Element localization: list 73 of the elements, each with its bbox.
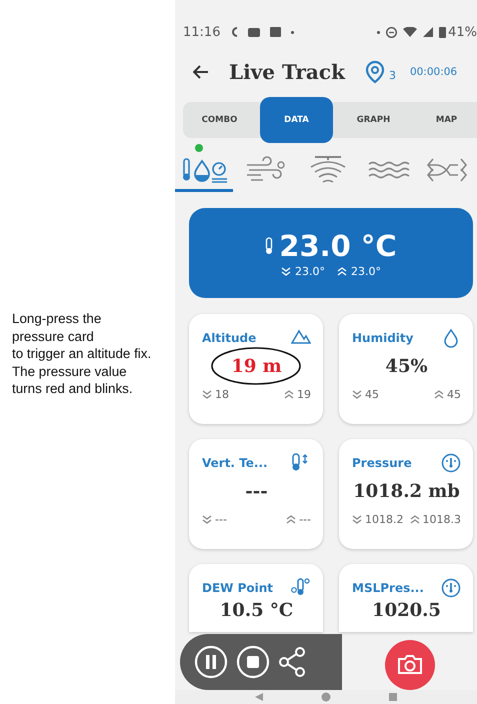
- c-notification-icon: [230, 27, 238, 37]
- gauge-icon: [441, 453, 461, 473]
- dot-icon: [377, 30, 380, 34]
- elapsed-timer: 00:00:06: [410, 66, 458, 78]
- video-notification-icon: [248, 28, 260, 36]
- sensor-card[interactable]: Altitude 19 m 18 19: [189, 314, 323, 424]
- screen-title: Live Track: [229, 60, 345, 84]
- stop-button[interactable]: [236, 645, 270, 679]
- tab[interactable]: MAP: [410, 102, 477, 138]
- max-value: 19: [297, 388, 311, 401]
- card-title: Pressure: [352, 456, 412, 470]
- pause-button[interactable]: [194, 645, 228, 679]
- sensor-card[interactable]: MSLPres... 1020.5: [339, 564, 473, 632]
- nav-recents-icon[interactable]: [388, 692, 398, 702]
- nav-home-icon[interactable]: [320, 692, 331, 702]
- chevrons-down-icon: [281, 266, 291, 276]
- tab[interactable]: GRAPH: [337, 102, 410, 138]
- cell-signal-icon: [423, 27, 434, 37]
- location-pin-icon: [364, 60, 385, 84]
- card-title: Humidity: [352, 331, 414, 345]
- back-arrow-icon[interactable]: [193, 65, 209, 79]
- max-value: 1018.3: [422, 513, 461, 526]
- battery-icon: [439, 26, 446, 38]
- chevrons-down-icon: [352, 515, 362, 524]
- card-title: DEW Point: [202, 581, 274, 595]
- chevrons-up-icon: [284, 390, 294, 399]
- max-value: 45: [447, 388, 461, 401]
- card-value: 19 m: [231, 356, 282, 376]
- status-time: 11:16: [183, 24, 220, 40]
- sensor-card[interactable]: DEW Point 10.5 °C: [189, 564, 323, 632]
- chevrons-up-icon: [286, 515, 296, 524]
- sensor-tab[interactable]: [175, 144, 233, 192]
- chevrons-down-icon: [202, 390, 212, 399]
- tab[interactable]: COMBO: [183, 102, 256, 138]
- dot-icon: [291, 30, 294, 34]
- chevrons-down-icon: [202, 515, 212, 524]
- gauge-icon: [441, 578, 461, 598]
- chevrons-down-icon: [352, 390, 362, 399]
- card-value: 45%: [385, 356, 428, 376]
- card-title: Vert. Te...: [202, 456, 268, 470]
- card-value: 1018.2 mb: [353, 480, 460, 502]
- min-value: ---: [215, 513, 227, 526]
- battery-level: 41%: [448, 24, 477, 40]
- card-value: 1020.5: [372, 600, 441, 620]
- satellite-count: 3: [388, 68, 396, 82]
- card-title: Altitude: [202, 331, 256, 345]
- card-title: MSLPres...: [352, 581, 424, 595]
- chevrons-up-icon: [337, 266, 347, 276]
- nav-back-icon[interactable]: [254, 692, 264, 702]
- max-value: ---: [299, 513, 311, 526]
- chevrons-up-icon: [410, 515, 420, 524]
- chevrons-up-icon: [434, 390, 444, 399]
- min-value: 23.0°: [295, 264, 325, 278]
- annotation-text: Long-press the pressure card to trigger an altitude fix. The pressure value turns red and blinks.: [12, 310, 152, 398]
- min-value: 45: [365, 388, 379, 401]
- do-not-disturb-icon: [386, 26, 398, 38]
- sensor-card[interactable]: Pressure 1018.2 mb 1018.2 1018.3: [339, 439, 473, 549]
- card-value: ---: [245, 480, 268, 502]
- camera-button[interactable]: [385, 640, 435, 690]
- thermometer-drop-icon: [291, 578, 311, 598]
- card-value: 10.5 °C: [220, 600, 294, 620]
- wifi-icon: [403, 27, 418, 37]
- thermometer-icon: [265, 236, 274, 254]
- square-notification-icon: [270, 27, 282, 37]
- max-value: 23.0°: [351, 264, 381, 278]
- status-dot: [195, 144, 203, 152]
- temperature-value: 23.0 °C: [279, 228, 397, 262]
- sensor-card[interactable]: Humidity 45% 45 45: [339, 314, 473, 424]
- tab[interactable]: DATA: [260, 97, 333, 143]
- share-button[interactable]: [278, 647, 306, 677]
- min-value: 1018.2: [365, 513, 404, 526]
- min-value: 18: [215, 388, 229, 401]
- sensor-card[interactable]: Vert. Te... --- --- ---: [189, 439, 323, 549]
